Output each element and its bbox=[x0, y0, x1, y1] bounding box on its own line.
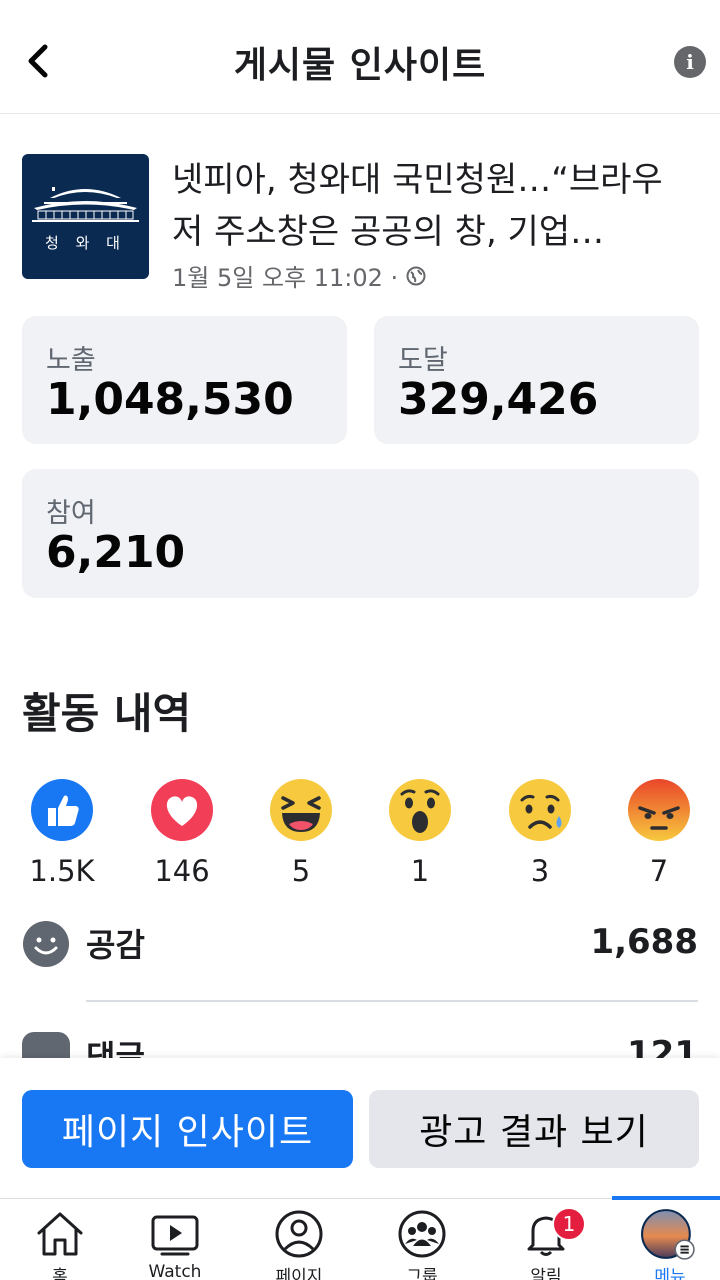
like-reaction-icon bbox=[31, 779, 93, 841]
post-thumbnail: 청 와 대 bbox=[22, 154, 149, 279]
reaction-sad: 3 bbox=[490, 778, 590, 888]
tab-notifications[interactable]: 1 알림 bbox=[486, 1199, 606, 1280]
tab-menu[interactable]: 메뉴 bbox=[610, 1199, 720, 1280]
action-bar: 페이지 인사이트 광고 결과 보기 bbox=[0, 1058, 720, 1198]
view-ad-results-button[interactable]: 광고 결과 보기 bbox=[369, 1090, 699, 1168]
post-timestamp: 1월 5일 오후 11:02 · bbox=[172, 264, 399, 292]
globe-icon bbox=[406, 266, 426, 285]
like-count: 1.5K bbox=[29, 854, 95, 888]
love-reaction-icon bbox=[151, 779, 213, 841]
page-title: 게시물 인사이트 bbox=[233, 45, 487, 86]
engagement-value: 6,210 bbox=[46, 527, 186, 578]
reactions-row-value: 1,688 bbox=[590, 922, 698, 962]
tab-groups-label: 그룹 bbox=[406, 1267, 438, 1280]
impressions-label: 노출 bbox=[46, 345, 96, 376]
reaction-haha: 5 bbox=[251, 778, 351, 888]
top-header: 게시물 인사이트 i bbox=[0, 14, 720, 114]
bottom-tab-bar: 홈 Watch 페이지 그룹 1 알림 메뉴 bbox=[0, 1196, 720, 1280]
smiley-icon bbox=[23, 921, 69, 967]
page-icon bbox=[275, 1210, 323, 1258]
page-insights-button[interactable]: 페이지 인사이트 bbox=[22, 1090, 353, 1168]
reaction-angry: 7 bbox=[609, 778, 709, 888]
tab-menu-label: 메뉴 bbox=[654, 1267, 686, 1280]
wow-reaction-icon bbox=[389, 779, 451, 841]
menu-avatar-icon bbox=[641, 1209, 695, 1260]
post-title: 넷피아, 청와대 국민청원…“브라우저 주소창은 공공의 창, 기업… bbox=[172, 160, 663, 252]
notification-badge: 1 bbox=[552, 1207, 586, 1241]
reach-label: 도달 bbox=[398, 345, 448, 376]
groups-icon bbox=[398, 1210, 446, 1258]
reaction-love: 146 bbox=[132, 778, 232, 888]
reaction-wow: 1 bbox=[370, 778, 470, 888]
info-icon: i bbox=[686, 50, 694, 74]
tab-home-label: 홈 bbox=[52, 1267, 68, 1280]
wow-count: 1 bbox=[410, 854, 430, 888]
activity-row-reactions[interactable]: 공감 1,688 bbox=[22, 914, 698, 974]
tab-pages[interactable]: 페이지 bbox=[239, 1199, 359, 1280]
reaction-like: 1.5K bbox=[12, 778, 112, 888]
impressions-card[interactable]: 노출 1,048,530 bbox=[22, 316, 347, 444]
engagement-card[interactable]: 참여 6,210 bbox=[22, 469, 699, 598]
watch-icon bbox=[151, 1215, 199, 1256]
impressions-value: 1,048,530 bbox=[46, 374, 294, 425]
post-summary[interactable]: 청 와 대 넷피아, 청와대 국민청원…“브라우저 주소창은 공공의 창, 기업… bbox=[22, 154, 702, 292]
engagement-label: 참여 bbox=[46, 498, 96, 529]
home-icon bbox=[37, 1212, 83, 1256]
haha-reaction-icon bbox=[270, 779, 332, 841]
tab-watch-label: Watch bbox=[148, 1262, 202, 1280]
sad-reaction-icon bbox=[509, 779, 571, 841]
tab-watch[interactable]: Watch bbox=[115, 1199, 235, 1280]
activity-title: 활동 내역 bbox=[22, 689, 192, 738]
love-count: 146 bbox=[154, 854, 210, 888]
reach-card[interactable]: 도달 329,426 bbox=[374, 316, 699, 444]
sad-count: 3 bbox=[530, 854, 550, 888]
angry-reaction-icon bbox=[628, 779, 690, 841]
thumbnail-caption: 청 와 대 bbox=[45, 234, 126, 252]
tab-pages-label: 페이지 bbox=[275, 1267, 323, 1280]
info-button[interactable]: i bbox=[674, 46, 706, 78]
tab-groups[interactable]: 그룹 bbox=[362, 1199, 482, 1280]
post-meta: 1월 5일 오후 11:02 · bbox=[172, 258, 426, 293]
reactions-row-label: 공감 bbox=[86, 926, 145, 964]
haha-count: 5 bbox=[291, 854, 311, 888]
reach-value: 329,426 bbox=[398, 374, 599, 425]
building-logo-icon bbox=[32, 187, 139, 222]
tab-notifications-label: 알림 bbox=[530, 1267, 562, 1280]
status-bar bbox=[0, 0, 720, 14]
row-divider bbox=[86, 1000, 698, 1002]
angry-count: 7 bbox=[649, 854, 669, 888]
tab-home[interactable]: 홈 bbox=[0, 1199, 120, 1280]
